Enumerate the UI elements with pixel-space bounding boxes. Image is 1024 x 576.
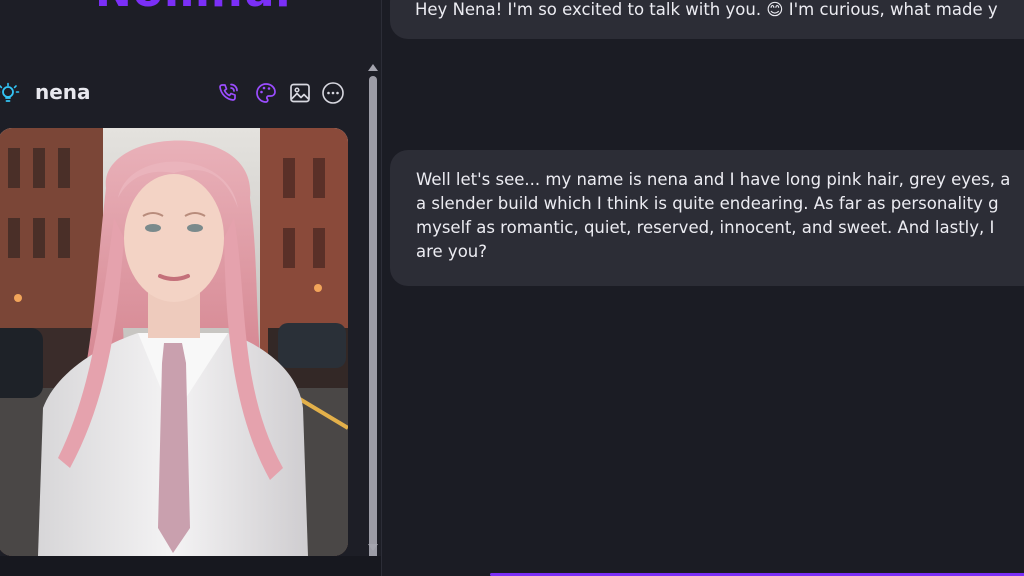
message-line: Well let's see... my name is nena and I …	[416, 170, 1011, 189]
scroll-thumb[interactable]	[369, 76, 377, 562]
character-header: nena	[0, 74, 360, 112]
image-icon[interactable]	[287, 80, 313, 106]
message-line: myself as romantic, quiet, reserved, inn…	[416, 218, 995, 237]
character-sidebar: Nomi.ai nena	[0, 0, 382, 576]
user-message-bubble: Hey Nena! I'm so excited to talk with yo…	[390, 0, 1024, 39]
ai-message-bubble: Well let's see... my name is nena and I …	[390, 150, 1024, 286]
message-line: are you?	[416, 242, 488, 261]
sidebar-footer	[0, 556, 381, 576]
app-window: Nomi.ai nena	[0, 0, 1024, 576]
more-options-icon[interactable]	[320, 80, 346, 106]
palette-icon[interactable]	[253, 80, 279, 106]
brand-logo: Nomi.ai	[95, 0, 291, 17]
lightbulb-icon[interactable]	[0, 82, 20, 106]
scroll-down-arrow-icon[interactable]	[368, 544, 378, 551]
character-portrait	[0, 128, 348, 556]
scroll-up-arrow-icon[interactable]	[368, 64, 378, 71]
chat-area: Hey Nena! I'm so excited to talk with yo…	[382, 0, 1024, 576]
message-line: Hey Nena! I'm so excited to talk with yo…	[415, 0, 998, 19]
character-name: nena	[35, 80, 91, 104]
sidebar-scrollbar[interactable]	[366, 60, 380, 562]
message-line: a slender build which I think is quite e…	[416, 194, 999, 213]
phone-call-icon[interactable]	[216, 80, 242, 106]
